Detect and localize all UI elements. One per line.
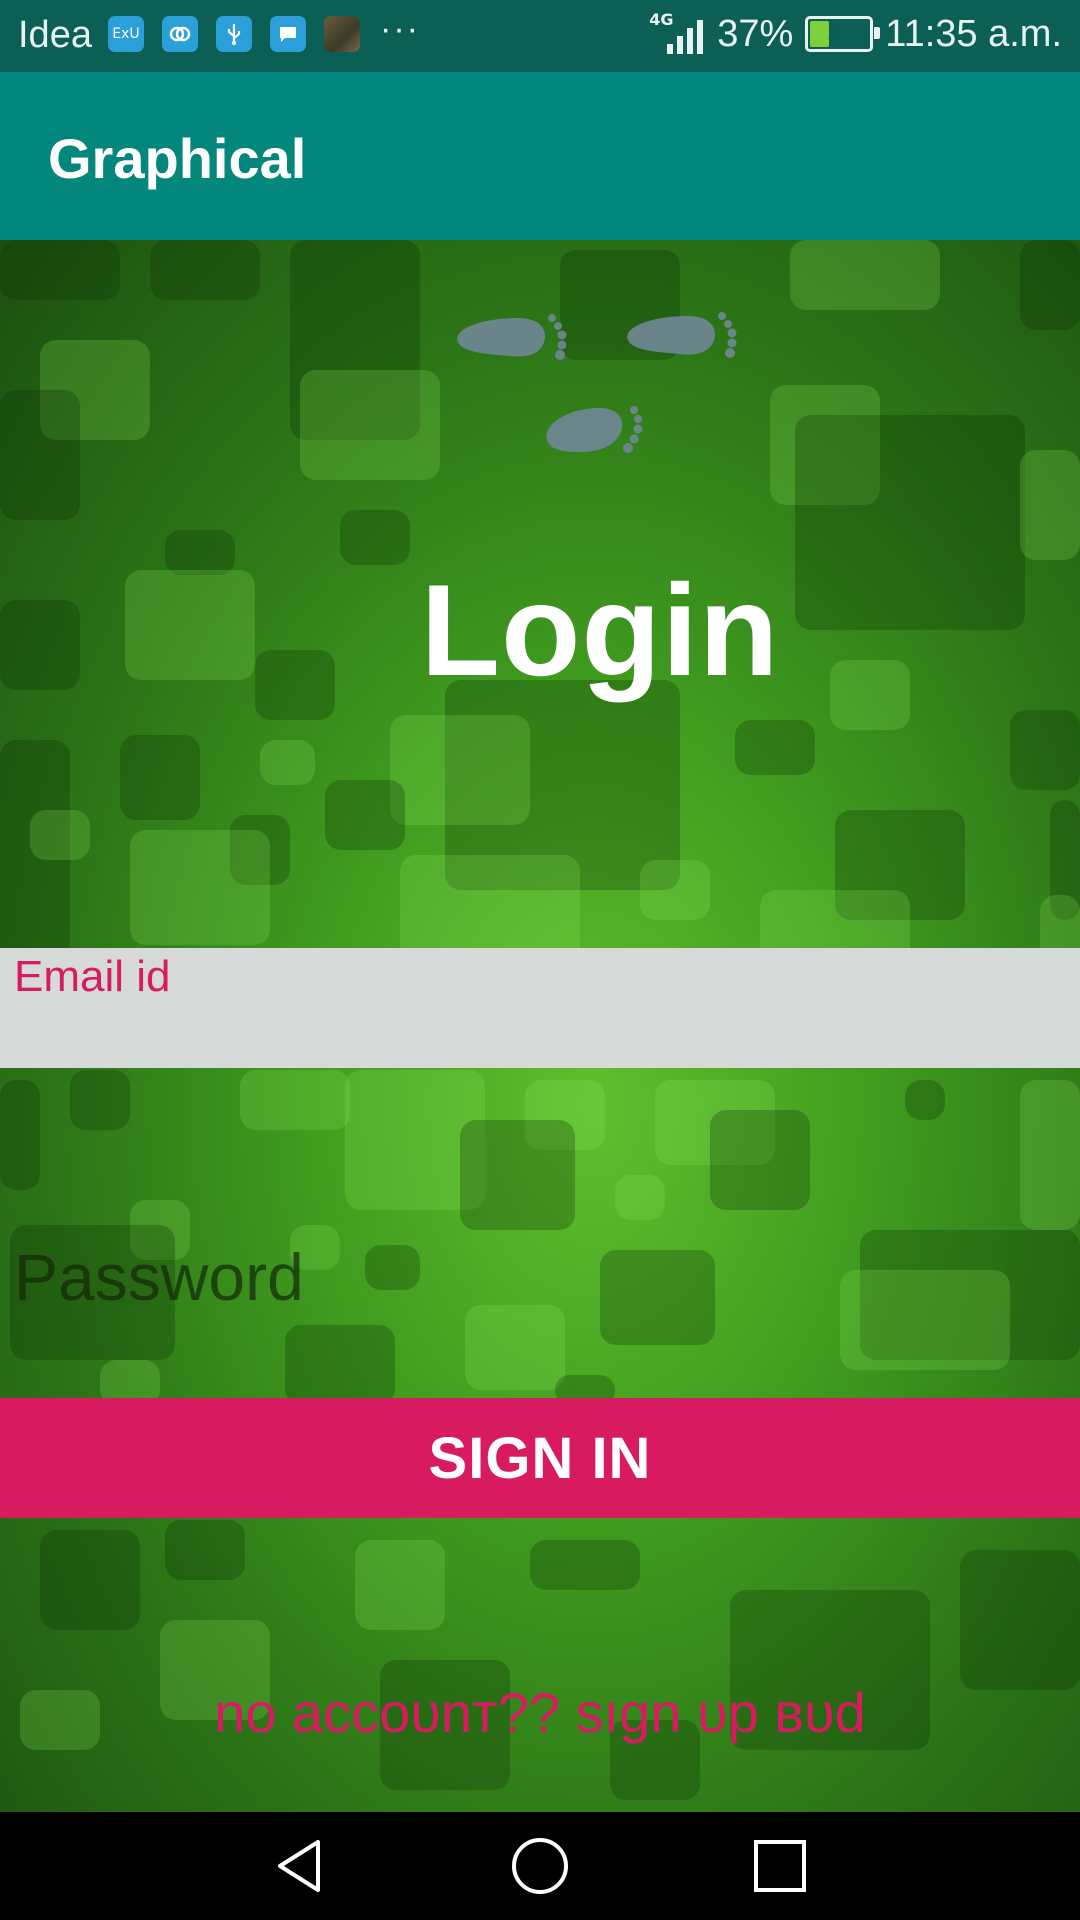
exu-icon: ExU <box>108 16 144 52</box>
status-bar: Idea ExU ··· 4G 37% ⚡ 11:35 a.m. <box>0 0 1080 72</box>
navigation-bar <box>0 1812 1080 1920</box>
email-label: Email id <box>14 952 171 1001</box>
message-icon <box>270 16 306 52</box>
battery-icon: ⚡ <box>805 16 881 52</box>
usb-icon <box>216 16 252 52</box>
password-field[interactable]: Password <box>0 1215 1080 1325</box>
notification-icons: ExU <box>108 16 360 52</box>
sign-up-link[interactable]: no accoᴜnт?? sıgn ᴜp вᴜd <box>0 1680 1080 1745</box>
sign-in-label: SIGN IN <box>428 1425 652 1491</box>
link-icon <box>162 16 198 52</box>
recents-icon[interactable] <box>750 1836 810 1896</box>
battery-percent: 37% <box>717 12 794 55</box>
login-heading: Login <box>420 557 780 703</box>
footprints-logo-icon <box>457 312 737 453</box>
home-icon[interactable] <box>510 1836 570 1896</box>
email-field[interactable]: Email id <box>0 948 1080 1068</box>
app-bar: Graphical <box>0 72 1080 240</box>
password-placeholder: Password <box>14 1240 304 1314</box>
carrier-label: Idea <box>18 14 92 56</box>
photo-icon <box>324 16 360 52</box>
back-icon[interactable] <box>270 1836 330 1896</box>
status-right: 4G 37% ⚡ 11:35 a.m. <box>649 10 1062 56</box>
app-title: Graphical <box>48 127 307 190</box>
clock: 11:35 a.m. <box>885 12 1062 55</box>
login-screen: Idea ExU ··· 4G 37% ⚡ 11:35 a.m. Graphic… <box>0 0 1080 1920</box>
charging-icon: ⚡ <box>826 17 844 45</box>
sign-in-button[interactable]: SIGN IN <box>0 1398 1080 1518</box>
signal-icon: 4G <box>649 10 705 56</box>
more-notifications-icon: ··· <box>380 10 420 48</box>
network-type: 4G <box>649 10 674 29</box>
